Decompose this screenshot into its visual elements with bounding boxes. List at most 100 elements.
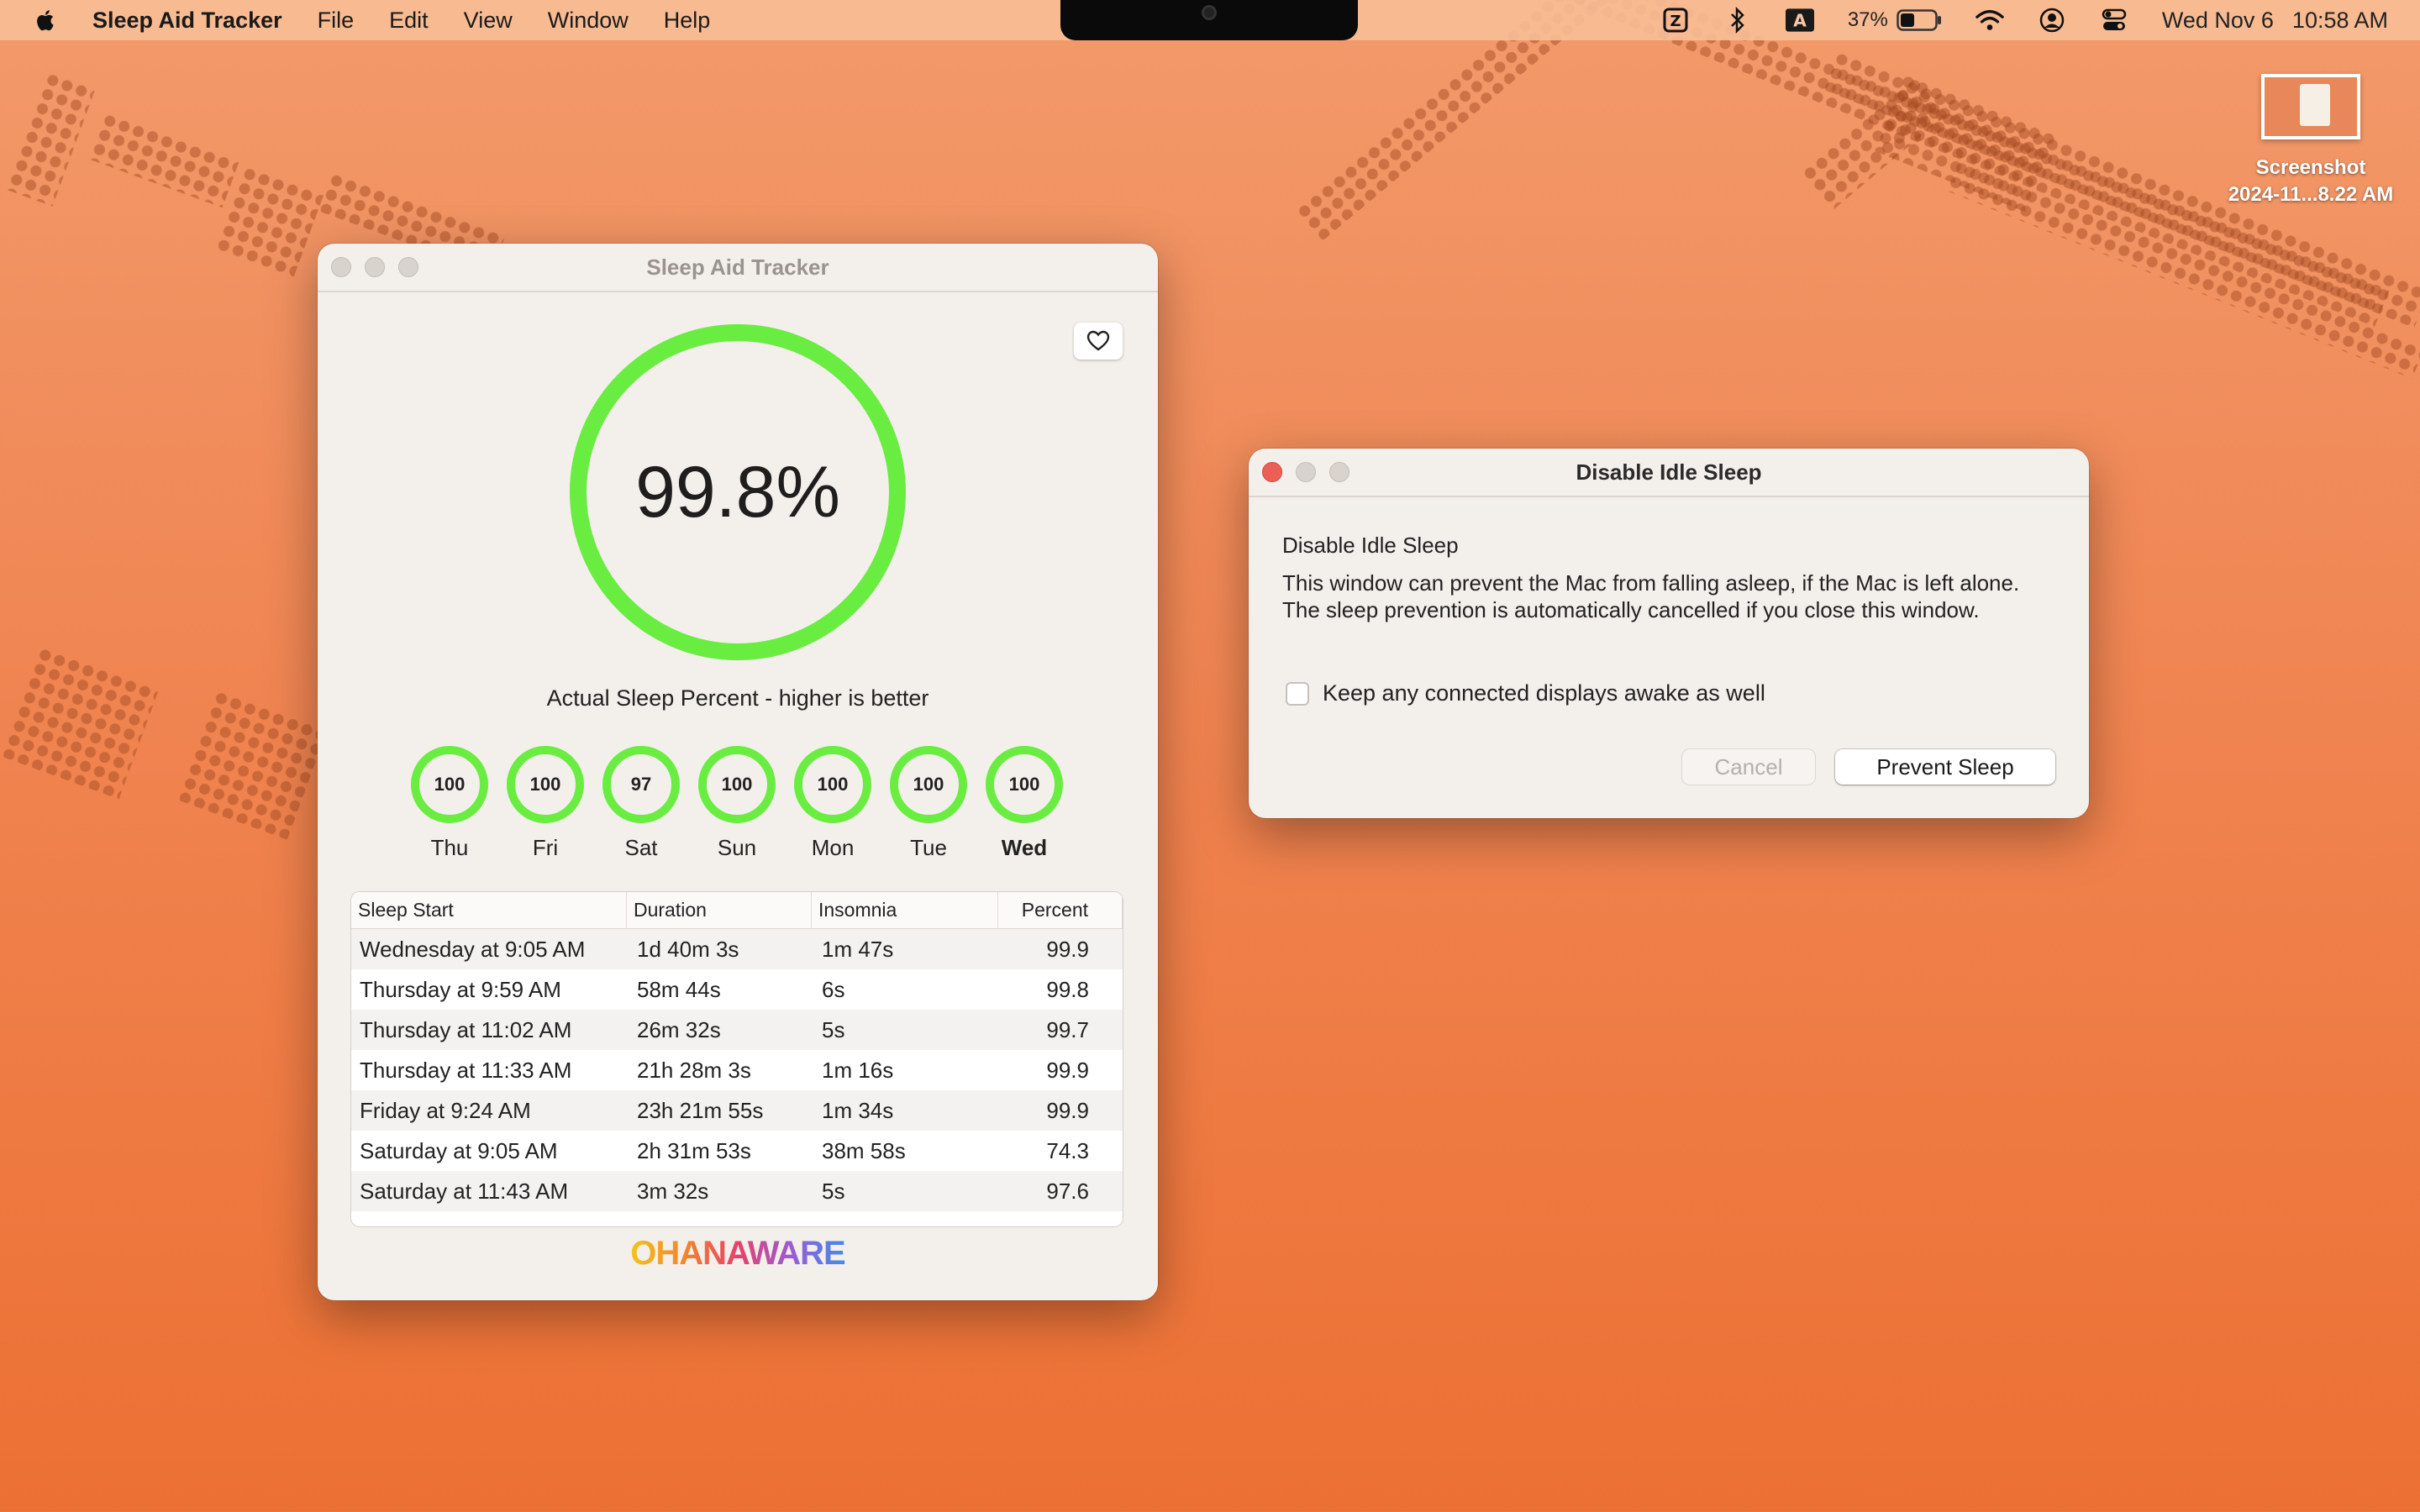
input-source-icon[interactable]: A — [1785, 6, 1814, 34]
close-button[interactable] — [1262, 462, 1282, 482]
wifi-icon[interactable] — [1975, 6, 2004, 34]
bluetooth-icon[interactable] — [1723, 6, 1752, 34]
menu-view[interactable]: View — [464, 8, 513, 34]
heart-icon — [1086, 330, 1110, 351]
dialog-heading: Disable Idle Sleep — [1282, 533, 1459, 558]
menu-help[interactable]: Help — [664, 8, 711, 34]
prevent-sleep-button[interactable]: Prevent Sleep — [1835, 749, 2055, 785]
svg-text:Z: Z — [1670, 13, 1681, 30]
cell-insomnia: 5s — [822, 1178, 845, 1204]
screenshot-filename-line2: 2024-11...8.22 AM — [2228, 183, 2394, 206]
day-label: Sun — [717, 835, 757, 860]
day-ring-mon[interactable]: 100 Mon — [793, 746, 872, 861]
cell-duration: 26m 32s — [637, 1016, 721, 1042]
table-row[interactable]: Saturday at 11:43 AM 3m 32s 5s 97.6 — [351, 1171, 1123, 1211]
cell-insomnia: 1m 16s — [822, 1057, 894, 1083]
day-value: 100 — [986, 746, 1063, 823]
day-label: Mon — [811, 835, 855, 860]
day-ring-fri[interactable]: 100 Fri — [506, 746, 585, 861]
day-ring-sat[interactable]: 97 Sat — [602, 746, 681, 861]
zoom-icon[interactable]: Z — [1661, 6, 1690, 34]
table-row[interactable]: Saturday at 9:05 AM 2h 31m 53s 38m 58s 7… — [351, 1131, 1123, 1171]
table-row[interactable]: Thursday at 11:02 AM 26m 32s 5s 99.7 — [351, 1010, 1123, 1050]
day-value: 100 — [411, 746, 488, 823]
control-center-icon[interactable] — [2100, 6, 2128, 34]
day-ring-sun[interactable]: 100 Sun — [697, 746, 776, 861]
day-label: Sat — [624, 835, 658, 860]
sleep-sessions-table[interactable]: Sleep Start Duration Insomnia Percent We… — [351, 892, 1123, 1226]
table-header: Sleep Start Duration Insomnia Percent — [351, 892, 1123, 929]
menu-date[interactable]: Wed Nov 6 — [2162, 8, 2274, 34]
keep-displays-awake-option[interactable]: Keep any connected displays awake as wel… — [1286, 680, 1765, 706]
cell-duration: 23h 21m 55s — [637, 1097, 764, 1123]
cell-insomnia: 38m 58s — [822, 1137, 906, 1163]
column-header-sleep-start[interactable]: Sleep Start — [351, 892, 627, 928]
camera-notch — [1060, 0, 1358, 40]
menu-edit[interactable]: Edit — [389, 8, 429, 34]
cancel-button[interactable]: Cancel — [1682, 749, 1815, 785]
cell-percent: 99.9 — [1046, 1057, 1089, 1083]
window-titlebar[interactable]: Sleep Aid Tracker — [318, 244, 1158, 292]
cell-insomnia: 1m 47s — [822, 936, 894, 962]
cell-sleep-start: Wednesday at 9:05 AM — [360, 936, 586, 962]
column-header-insomnia[interactable]: Insomnia — [812, 892, 998, 928]
day-ring-thu[interactable]: 100 Thu — [410, 746, 489, 861]
table-row[interactable]: Thursday at 11:33 AM 21h 28m 3s 1m 16s 9… — [351, 1050, 1123, 1090]
battery-icon[interactable] — [1897, 6, 1942, 34]
menu-app-name[interactable]: Sleep Aid Tracker — [92, 8, 282, 34]
day-value: 97 — [602, 746, 680, 823]
table-row[interactable]: Thursday at 9:59 AM 58m 44s 6s 99.8 — [351, 969, 1123, 1010]
dialog-description: This window can prevent the Mac from fal… — [1282, 570, 2020, 622]
close-button[interactable] — [331, 257, 351, 277]
cell-duration: 58m 44s — [637, 976, 721, 1002]
user-account-icon[interactable] — [2038, 6, 2066, 34]
table-body: Wednesday at 9:05 AM 1d 40m 3s 1m 47s 99… — [351, 929, 1123, 1211]
cell-duration: 1d 40m 3s — [637, 936, 739, 962]
menu-file[interactable]: File — [318, 8, 355, 34]
apple-menu-icon[interactable] — [34, 8, 59, 33]
ohanaware-logo[interactable]: OHANAWARE — [318, 1235, 1158, 1273]
favorite-button[interactable] — [1074, 323, 1123, 360]
overall-sleep-gauge: 99.8% — [568, 323, 908, 662]
cell-percent: 97.6 — [1046, 1178, 1089, 1204]
cell-sleep-start: Friday at 9:24 AM — [360, 1097, 531, 1123]
window-title: Disable Idle Sleep — [1576, 459, 1762, 485]
logo-text: OHANAWARE — [630, 1235, 845, 1272]
day-value: 100 — [698, 746, 776, 823]
desktop-screenshot-file[interactable]: Screenshot 2024-11...8.22 AM — [2218, 74, 2403, 208]
cell-duration: 21h 28m 3s — [637, 1057, 751, 1083]
cell-insomnia: 5s — [822, 1016, 845, 1042]
minimize-button[interactable] — [1296, 462, 1316, 482]
table-row[interactable]: Friday at 9:24 AM 23h 21m 55s 1m 34s 99.… — [351, 1090, 1123, 1131]
daily-rings: 100 Thu 100 Fri 97 Sat 100 Sun 100 Mon 1… — [410, 746, 1082, 860]
cell-sleep-start: Thursday at 9:59 AM — [360, 976, 561, 1002]
zoom-button[interactable] — [1329, 462, 1349, 482]
day-label: Tue — [910, 835, 947, 860]
screenshot-thumbnail — [2261, 74, 2360, 139]
cell-percent: 99.9 — [1046, 936, 1089, 962]
window-titlebar[interactable]: Disable Idle Sleep — [1249, 449, 2089, 497]
cell-percent: 99.8 — [1046, 976, 1089, 1002]
column-header-duration[interactable]: Duration — [627, 892, 812, 928]
day-value: 100 — [890, 746, 967, 823]
cell-sleep-start: Thursday at 11:33 AM — [360, 1057, 572, 1083]
keep-displays-awake-checkbox[interactable] — [1286, 681, 1309, 706]
screenshot-filename-line1: Screenshot — [2255, 156, 2366, 179]
day-ring-wed[interactable]: 100 Wed — [985, 746, 1064, 861]
checkbox-label[interactable]: Keep any connected displays awake as wel… — [1323, 680, 1765, 706]
battery-percent: 37% — [1847, 8, 1888, 31]
status-menu-area: Z A 37% Wed Nov 6 10:58 AM — [1661, 0, 2420, 40]
disable-idle-sleep-window: Disable Idle Sleep Disable Idle Sleep Th… — [1249, 449, 2089, 818]
cell-sleep-start: Saturday at 9:05 AM — [360, 1137, 558, 1163]
day-label: Fri — [532, 835, 559, 860]
day-ring-tue[interactable]: 100 Tue — [889, 746, 968, 861]
column-header-percent[interactable]: Percent — [998, 892, 1123, 928]
cell-sleep-start: Thursday at 11:02 AM — [360, 1016, 572, 1042]
minimize-button[interactable] — [365, 257, 385, 277]
menu-window[interactable]: Window — [548, 8, 629, 34]
gauge-caption: Actual Sleep Percent - higher is better — [546, 685, 929, 711]
table-row[interactable]: Wednesday at 9:05 AM 1d 40m 3s 1m 47s 99… — [351, 929, 1123, 969]
overall-sleep-percent: 99.8% — [635, 451, 840, 533]
menu-clock[interactable]: 10:58 AM — [2292, 8, 2388, 34]
zoom-button[interactable] — [398, 257, 418, 277]
